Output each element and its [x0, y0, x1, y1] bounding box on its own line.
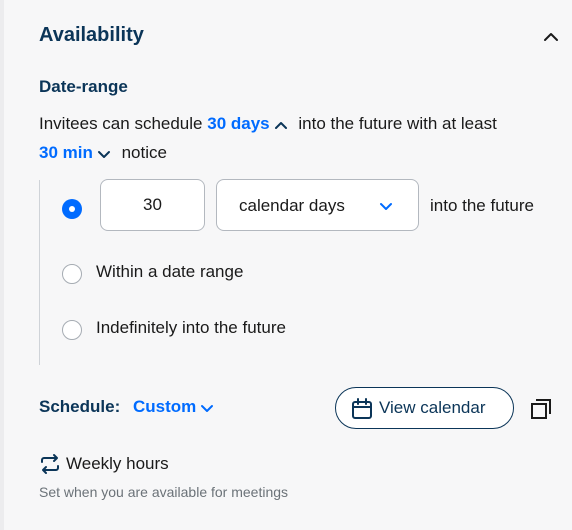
view-calendar-button[interactable]: View calendar	[335, 387, 514, 429]
sentence-middle: into the future with at least	[298, 114, 497, 133]
chevron-down-icon	[201, 404, 214, 412]
schedule-select-value: Custom	[133, 397, 197, 416]
repeat-icon	[41, 454, 59, 474]
chevron-down-icon	[97, 150, 110, 158]
section-title: Availability	[39, 24, 144, 46]
notice-link-label: 30 min	[39, 143, 93, 162]
sentence-suffix: notice	[121, 143, 167, 162]
radio-date-range[interactable]	[62, 264, 82, 284]
date-range-sentence-line1: Invitees can schedule 30 days into the f…	[39, 114, 497, 134]
notice-link[interactable]: 30 min	[39, 143, 117, 162]
radio-rolling-days[interactable]	[62, 199, 82, 219]
date-range-title: Date-range	[39, 77, 128, 96]
options-divider	[39, 180, 40, 365]
days-number-input[interactable]: 30	[100, 179, 205, 231]
weekly-hours-title: Weekly hours	[66, 454, 169, 473]
chevron-up-icon	[274, 121, 287, 129]
calendar-icon	[352, 398, 372, 419]
date-range-option-label[interactable]: Within a date range	[96, 262, 243, 282]
rolling-days-trailing-text: into the future	[430, 196, 534, 215]
date-range-sentence-line2: 30 min notice	[39, 143, 167, 163]
chevron-down-icon	[380, 203, 392, 210]
days-link[interactable]: 30 days	[207, 114, 293, 133]
schedule-select[interactable]: Custom	[133, 397, 220, 417]
availability-panel: Availability Date-range Invitees can sch…	[0, 0, 572, 530]
schedule-label: Schedule:	[39, 397, 121, 416]
days-link-label: 30 days	[207, 114, 270, 133]
weekly-hours-hint: Set when you are available for meetings	[39, 484, 289, 500]
chevron-up-icon[interactable]	[542, 28, 560, 46]
days-unit-select-value: calendar days	[239, 196, 345, 215]
days-unit-select[interactable]: calendar days	[216, 179, 419, 231]
radio-indefinitely[interactable]	[62, 320, 82, 340]
copy-icon[interactable]	[530, 398, 552, 420]
indefinitely-option-label[interactable]: Indefinitely into the future	[96, 318, 286, 338]
sentence-prefix: Invitees can schedule	[39, 114, 203, 133]
view-calendar-label: View calendar	[379, 398, 486, 417]
